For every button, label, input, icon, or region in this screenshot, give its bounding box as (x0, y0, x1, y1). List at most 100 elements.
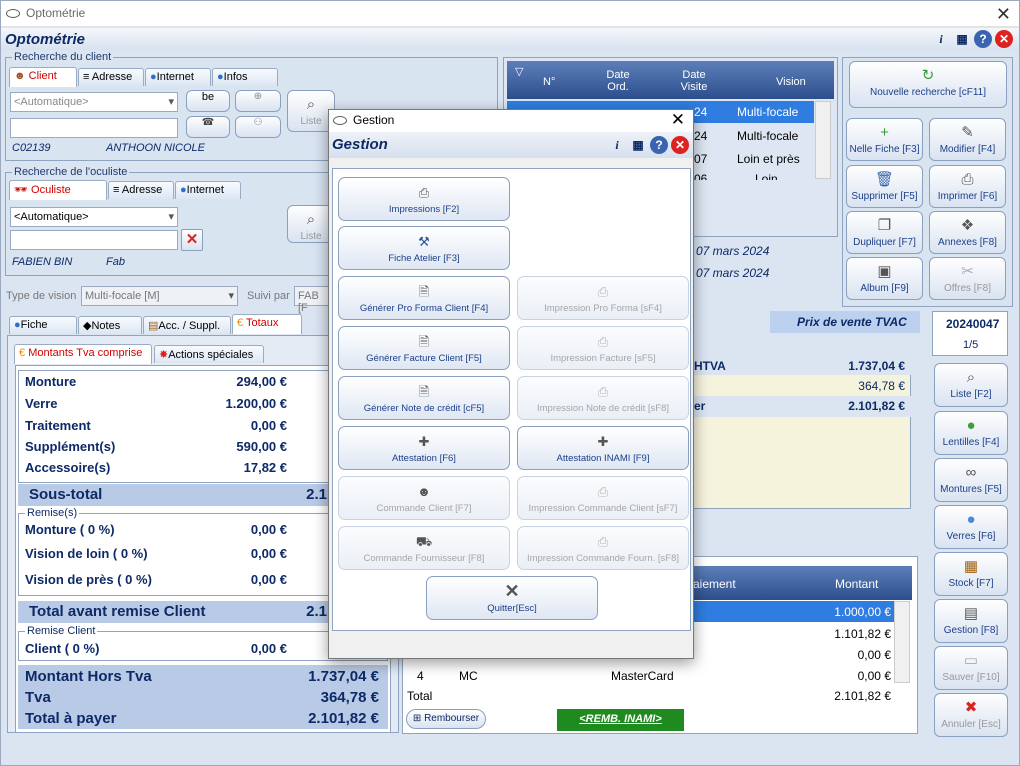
delete-button[interactable]: 🗑 Supprimer [F5] (846, 165, 923, 208)
printer-icon: ⎙ (597, 484, 609, 499)
followed-by-label: Suivi par (247, 290, 290, 302)
tab-internet[interactable]: ●Internet (145, 68, 211, 86)
tab-oculist-adresse[interactable]: ≡ Adresse (108, 181, 174, 199)
accessoire-value: 17,82 € (243, 460, 287, 475)
close-window-button[interactable]: ✕ (996, 4, 1011, 25)
client-mode-select[interactable]: <Automatique> (10, 92, 178, 112)
print-invoice-button[interactable]: ⎙ Impression Facture [sF5] (517, 326, 689, 370)
client-remise-value: 0,00 € (250, 641, 287, 656)
client-order-button[interactable]: ☻ Commande Client [F7] (338, 476, 510, 520)
remise-pres-label: Vision de près ( 0 %) (25, 572, 152, 587)
payments-scrollbar[interactable] (894, 601, 910, 683)
vision-type-label: Type de vision (6, 290, 77, 302)
eye-icon (333, 116, 347, 125)
new-search-button[interactable]: ↻ Nouvelle recherche [cF11] (849, 61, 1007, 108)
print-proforma-button[interactable]: ⎙ Impression Pro Forma [sF4] (517, 276, 689, 320)
print-supplier-order-button[interactable]: ⎙ Impression Commande Fourn. [sF8] (517, 526, 689, 570)
printer-icon: ⎙ (597, 334, 609, 349)
attestation-button[interactable]: ✚ Attestation [F6] (338, 426, 510, 470)
info-icon[interactable]: i (932, 30, 950, 48)
visit-vision: Multi-focale (737, 105, 799, 119)
stock-button[interactable]: ▦ Stock [F7] (934, 552, 1008, 596)
album-button[interactable]: ▣ Album [F9] (846, 257, 923, 300)
truck-icon: ⛟ (415, 534, 433, 549)
tab-infos[interactable]: ●Infos (212, 68, 278, 86)
info-icon[interactable]: i (608, 136, 626, 154)
vision-type-select[interactable]: Multi-focale [M] (81, 286, 238, 306)
cancel-button[interactable]: ✖ Annuler [Esc] (934, 693, 1008, 737)
remise-monture-value: 0,00 € (250, 522, 287, 537)
tab-fiche[interactable]: ●Fiche (9, 316, 77, 334)
visits-scrollbar[interactable] (815, 101, 831, 179)
phone-button[interactable]: ☎ (186, 116, 230, 138)
title-bar: Optométrie ✕ (1, 1, 1019, 27)
clear-oculist-button[interactable]: ✕ (181, 229, 203, 251)
summary-value: 1.737,04 € (848, 359, 905, 373)
generate-invoice-button[interactable]: 🗎 Générer Facture Client [F5] (338, 326, 510, 370)
payment-amount: 1.101,82 € (834, 627, 891, 641)
duplicate-button[interactable]: ❐ Dupliquer [F7] (846, 211, 923, 254)
help-icon[interactable]: ? (650, 136, 668, 154)
payment-amount: 0,00 € (857, 648, 891, 662)
remise-pres-value: 0,00 € (250, 572, 287, 587)
refund-button[interactable]: ⊞ Rembourser (406, 709, 486, 729)
print-button[interactable]: ⎙ Imprimer [F6] (929, 165, 1006, 208)
tab-totaux[interactable]: € Totaux (232, 314, 302, 334)
new-record-button[interactable]: + Nelle Fiche [F3] (846, 118, 923, 161)
fiche-atelier-button[interactable]: ⚒ Fiche Atelier [F3] (338, 226, 510, 270)
supplier-order-button[interactable]: ⛟ Commande Fournisseur [F8] (338, 526, 510, 570)
monture-label: Monture (25, 374, 77, 389)
group-button[interactable]: ⚇ (235, 116, 281, 138)
calculator-icon[interactable]: ▦ (953, 30, 971, 48)
generate-credit-note-button[interactable]: 🗎 Générer Note de crédit [cF5] (338, 376, 510, 420)
attestation-inami-button[interactable]: ✚ Attestation INAMI [F9] (517, 426, 689, 470)
close-icon: ✕ (504, 581, 520, 601)
eid-button[interactable]: be (186, 90, 230, 112)
modify-button[interactable]: ✎ Modifier [F4] (929, 118, 1006, 161)
tab-oculiste[interactable]: 🕶 Oculiste (9, 180, 107, 200)
tab-oculist-internet[interactable]: ●Internet (175, 181, 241, 199)
tab-client[interactable]: ☻ Client (9, 67, 77, 87)
total-value: 2.101,82 € (308, 710, 379, 727)
gestion-button[interactable]: ▤ Gestion [F8] (934, 599, 1008, 643)
tva-value: 364,78 € (320, 689, 379, 706)
list-button[interactable]: ⌕ Liste [F2] (934, 363, 1008, 407)
impressions-button[interactable]: ⎙ Impressions [F2] (338, 177, 510, 221)
doc-page: 1/5 (963, 339, 979, 351)
sous-total-label: Sous-total (29, 486, 103, 503)
visit-vision: Loin (755, 172, 778, 180)
close-icon[interactable]: ✕ (995, 30, 1013, 48)
client-search-input[interactable] (10, 118, 178, 138)
oculist-search-input[interactable] (10, 230, 178, 250)
dialog-title: Gestion (353, 113, 395, 127)
locate-button[interactable]: ⊕ (235, 90, 281, 112)
lenses-button[interactable]: ● Lentilles [F4] (934, 411, 1008, 455)
tab-actions-speciales[interactable]: ✸Actions spéciales (154, 345, 264, 363)
print-client-order-button[interactable]: ⎙ Impression Commande Client [sF7] (517, 476, 689, 520)
generate-proforma-button[interactable]: 🗎 Générer Pro Forma Client [F4] (338, 276, 510, 320)
inami-refund-button[interactable]: <REMB. INAMI> (557, 709, 684, 731)
help-icon[interactable]: ? (974, 30, 992, 48)
tab-acc-suppl[interactable]: ▤Acc. / Suppl. (143, 316, 231, 334)
dialog-close-button[interactable]: ✕ (671, 110, 685, 130)
tab-adresse[interactable]: ≡ Adresse (78, 68, 144, 86)
oculist-name: FABIEN BIN (12, 256, 73, 268)
dialog-header: Gestion i ▦? ✕ (329, 132, 693, 158)
dialog-title-bar: Gestion ✕ (329, 110, 693, 132)
tab-montants-tva[interactable]: € Montants Tva comprise (14, 344, 152, 364)
close-icon[interactable]: ✕ (671, 136, 689, 154)
glasses-button[interactable]: ● Verres [F6] (934, 505, 1008, 549)
summary-box (689, 354, 911, 509)
offers-button[interactable]: ✂ Offres [F8] (929, 257, 1006, 300)
quit-button[interactable]: ✕ Quitter[Esc] (426, 576, 598, 620)
eye-icon (6, 9, 20, 18)
save-button[interactable]: ▭ Sauver [F10] (934, 646, 1008, 690)
print-credit-note-button[interactable]: ⎙ Impression Note de crédit [sF8] (517, 376, 689, 420)
tab-notes[interactable]: ◆Notes (78, 316, 142, 334)
total-avant-label: Total avant remise Client (29, 603, 206, 620)
calculator-icon[interactable]: ▦ (629, 136, 647, 154)
frames-button[interactable]: ∞ Montures [F5] (934, 458, 1008, 502)
oculist-mode-select[interactable]: <Automatique> (10, 207, 178, 227)
verre-value: 1.200,00 € (225, 396, 287, 411)
annexes-button[interactable]: ❖ Annexes [F8] (929, 211, 1006, 254)
